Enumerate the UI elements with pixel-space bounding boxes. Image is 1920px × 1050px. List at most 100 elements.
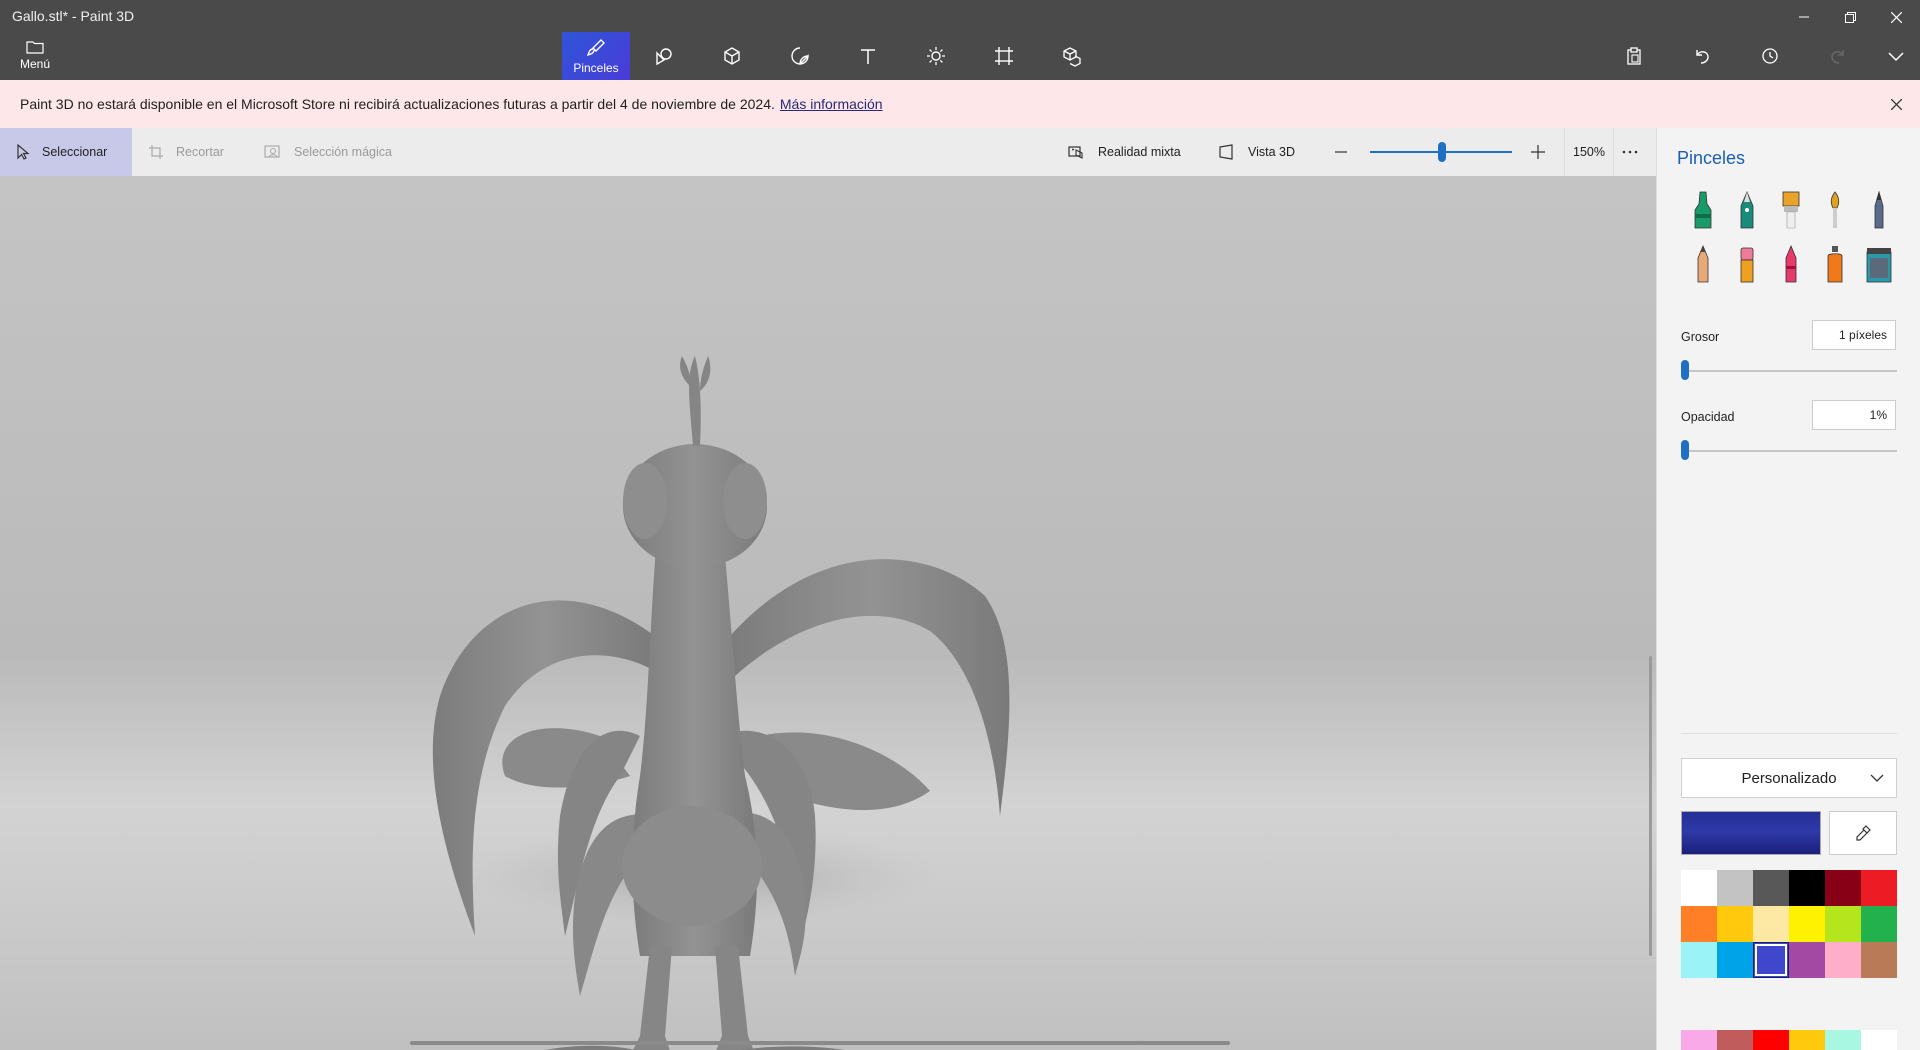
- close-window-button[interactable]: [1873, 0, 1919, 34]
- menu-button[interactable]: Menú: [10, 34, 60, 76]
- sticker-icon: [791, 47, 809, 65]
- folder-icon: [26, 40, 44, 54]
- watercolor-brush-icon: [1830, 191, 1840, 228]
- history-button[interactable]: [1754, 40, 1786, 72]
- tool-stickers[interactable]: [766, 32, 834, 80]
- color-swatch[interactable]: [1753, 942, 1789, 978]
- zoom-slider-thumb[interactable]: [1438, 142, 1446, 162]
- opacity-input[interactable]: 1%: [1812, 400, 1896, 430]
- crop-button[interactable]: Recortar: [148, 128, 224, 176]
- brush-eraser[interactable]: [1729, 242, 1765, 286]
- mixed-reality-icon: [1068, 146, 1083, 159]
- brush-pencil[interactable]: [1685, 242, 1721, 286]
- opacity-slider-thumb[interactable]: [1681, 440, 1690, 460]
- thickness-slider-thumb[interactable]: [1681, 360, 1690, 380]
- custom-color-swatch[interactable]: [1861, 1030, 1897, 1050]
- color-preset-label: Personalizado: [1741, 769, 1837, 787]
- current-color-swatch[interactable]: [1681, 811, 1821, 855]
- brush-crayon[interactable]: [1773, 242, 1809, 286]
- magic-select-button[interactable]: Selección mágica: [264, 128, 392, 176]
- expand-toolbar-button[interactable]: [1880, 40, 1912, 72]
- restore-button[interactable]: [1827, 0, 1873, 34]
- color-preset-dropdown[interactable]: Personalizado: [1681, 758, 1897, 798]
- select-button[interactable]: Seleccionar: [0, 128, 132, 176]
- color-swatch[interactable]: [1681, 942, 1717, 978]
- 3d-canvas[interactable]: [0, 176, 1656, 1050]
- deprecation-notice-bar: Paint 3D no estará disponible en el Micr…: [0, 80, 1920, 128]
- tool-effects[interactable]: [902, 32, 970, 80]
- color-swatch[interactable]: [1753, 870, 1789, 906]
- zoom-out-button[interactable]: [1334, 128, 1348, 176]
- custom-color-swatch[interactable]: [1717, 1030, 1753, 1050]
- 3d-library-icon: [1063, 47, 1081, 67]
- color-swatch[interactable]: [1717, 942, 1753, 978]
- tool-canvas[interactable]: [970, 32, 1038, 80]
- color-swatch[interactable]: [1825, 906, 1861, 942]
- paint3d-window: Gallo.stl* - Paint 3D Menú Pinceles Pain…: [0, 0, 1920, 1050]
- custom-color-swatch[interactable]: [1825, 1030, 1861, 1050]
- color-swatch[interactable]: [1789, 942, 1825, 978]
- tool-3d-shapes[interactable]: [698, 32, 766, 80]
- custom-color-swatch[interactable]: [1681, 1030, 1717, 1050]
- close-icon: [1890, 11, 1902, 23]
- mixed-reality-label: Realidad mixta: [1098, 145, 1181, 159]
- cursor-icon: [17, 144, 30, 160]
- brush-calligraphy-pen[interactable]: [1729, 188, 1765, 232]
- pencil-icon: [1697, 244, 1709, 283]
- eyedropper-button[interactable]: [1829, 811, 1897, 855]
- horizontal-scrollbar[interactable]: [410, 1041, 1230, 1045]
- color-swatch[interactable]: [1717, 870, 1753, 906]
- undo-button[interactable]: [1686, 40, 1718, 72]
- brush-watercolor[interactable]: [1817, 188, 1853, 232]
- mixed-reality-button[interactable]: Realidad mixta: [1068, 128, 1181, 176]
- minimize-button[interactable]: [1781, 0, 1827, 34]
- notice-more-info-link[interactable]: Más información: [780, 96, 883, 112]
- tool-brushes[interactable]: Pinceles: [562, 32, 630, 80]
- thickness-input[interactable]: 1 píxeles: [1812, 320, 1896, 350]
- color-swatch[interactable]: [1789, 870, 1825, 906]
- color-swatch[interactable]: [1681, 906, 1717, 942]
- color-swatch[interactable]: [1861, 906, 1897, 942]
- vertical-scrollbar[interactable]: [1649, 656, 1652, 956]
- brush-spray-can[interactable]: [1817, 242, 1853, 286]
- marker-icon: [1694, 191, 1712, 229]
- custom-color-swatch[interactable]: [1789, 1030, 1825, 1050]
- color-swatch[interactable]: [1753, 906, 1789, 942]
- tool-2d-shapes[interactable]: [630, 32, 698, 80]
- brush-pixel-pen[interactable]: [1861, 188, 1897, 232]
- spray-can-icon: [1827, 246, 1843, 283]
- brush-fill[interactable]: [1861, 242, 1897, 286]
- title-toolbar: Gallo.stl* - Paint 3D Menú Pinceles: [0, 0, 1920, 80]
- color-swatch[interactable]: [1861, 870, 1897, 906]
- thickness-slider-track[interactable]: [1681, 370, 1897, 372]
- tool-text[interactable]: [834, 32, 902, 80]
- secondary-toolbar: Seleccionar Recortar Selección mágica Re…: [0, 128, 1656, 176]
- opacity-label: Opacidad: [1681, 410, 1735, 424]
- zoom-in-button[interactable]: [1530, 128, 1546, 176]
- custom-color-swatch[interactable]: [1753, 1030, 1789, 1050]
- zoom-level[interactable]: 150%: [1564, 128, 1614, 176]
- color-swatch[interactable]: [1717, 906, 1753, 942]
- brush-oil[interactable]: [1773, 188, 1809, 232]
- color-swatch[interactable]: [1825, 942, 1861, 978]
- paste-button[interactable]: [1618, 40, 1650, 72]
- notice-close-button[interactable]: [1884, 92, 1908, 116]
- thickness-label: Grosor: [1681, 330, 1720, 344]
- crop-canvas-icon: [995, 47, 1013, 65]
- color-swatch[interactable]: [1681, 870, 1717, 906]
- color-swatch[interactable]: [1789, 906, 1825, 942]
- color-palette: [1681, 870, 1897, 978]
- crop-label: Recortar: [176, 145, 224, 159]
- color-swatch[interactable]: [1825, 870, 1861, 906]
- view-3d-button[interactable]: Vista 3D: [1218, 128, 1295, 176]
- more-options-button[interactable]: [1622, 128, 1638, 176]
- brush-marker[interactable]: [1685, 188, 1721, 232]
- restore-icon: [1844, 11, 1856, 23]
- redo-button[interactable]: [1822, 40, 1854, 72]
- close-icon: [1890, 98, 1902, 110]
- opacity-slider-track[interactable]: [1681, 450, 1897, 452]
- 3d-view-icon: [1219, 144, 1233, 160]
- brush-icon: [586, 39, 605, 57]
- color-swatch[interactable]: [1861, 942, 1897, 978]
- tool-3d-library[interactable]: [1038, 32, 1106, 80]
